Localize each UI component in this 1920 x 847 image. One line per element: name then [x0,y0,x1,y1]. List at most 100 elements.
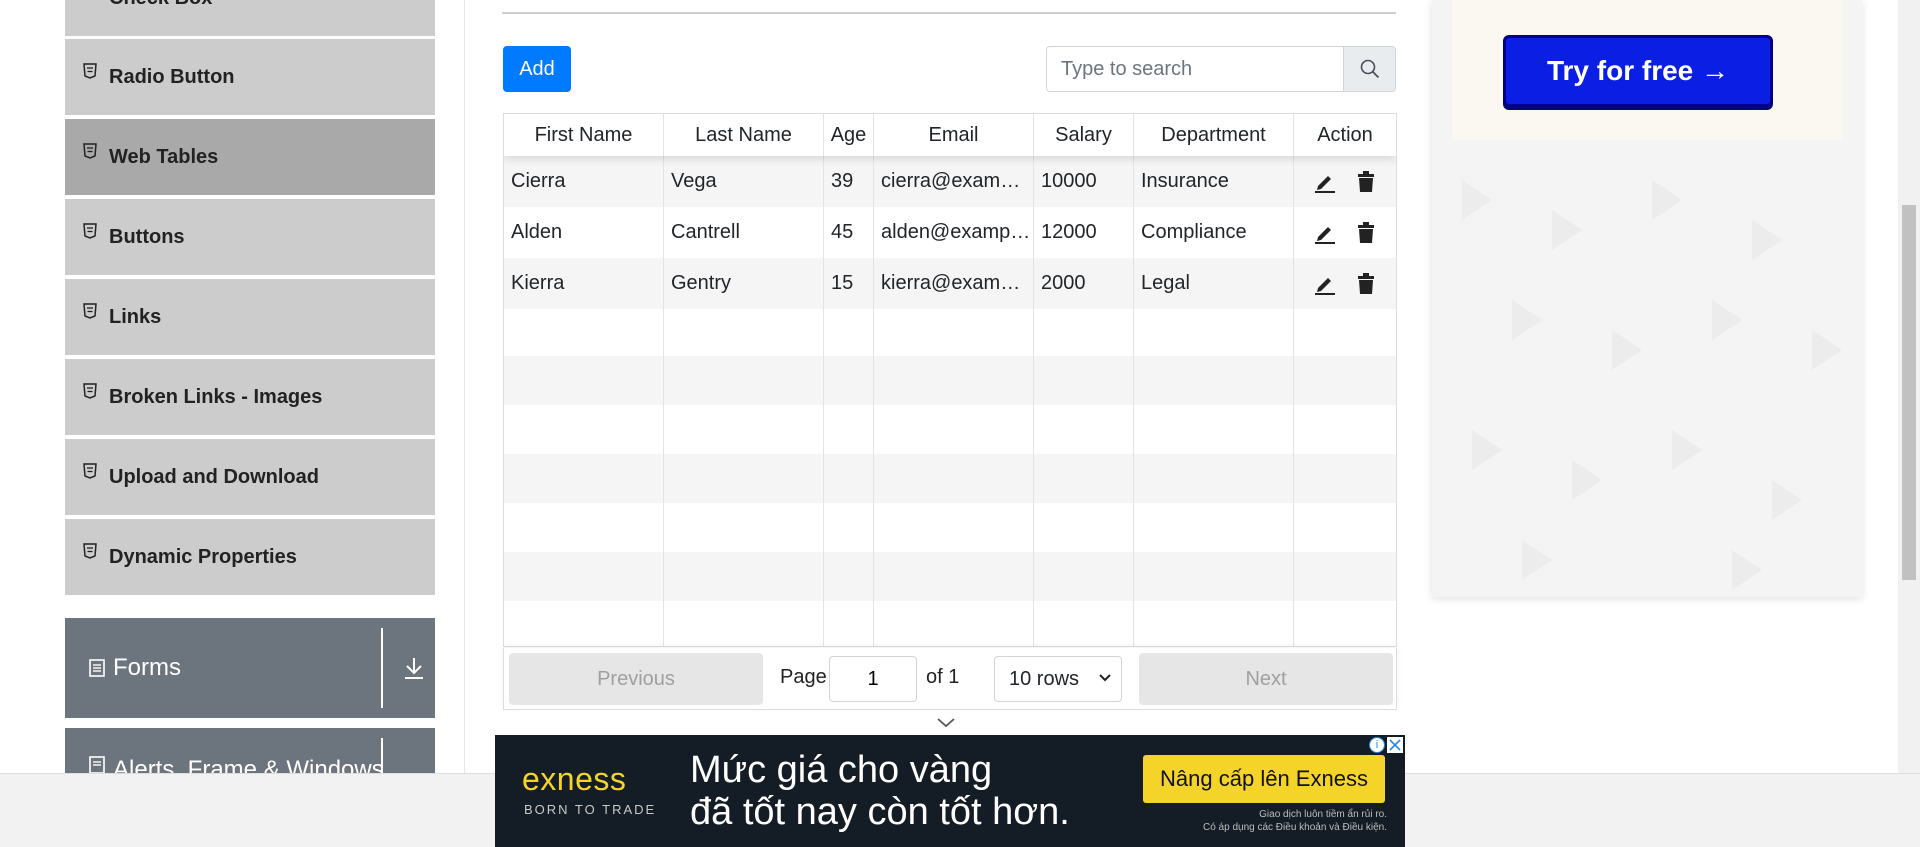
add-button[interactable]: Add [503,46,571,92]
html5-icon [83,543,97,559]
column-header[interactable]: Department [1134,114,1294,156]
sidebar-group-forms[interactable]: Forms [65,618,435,718]
column-header[interactable]: Email [874,114,1034,156]
cell-text: Alden [511,221,563,243]
download-icon[interactable] [403,656,425,680]
page-label: Page [780,666,827,688]
html5-icon [83,303,97,319]
table-cell: 12000 [1034,207,1134,258]
table-cell [664,503,824,552]
empty-row [504,405,1396,454]
rows-per-page-select[interactable]: 10 rows [994,656,1122,702]
cell-text: 2000 [1041,272,1086,294]
sidebar-item-label: Dynamic Properties [109,545,297,568]
table-cell: Alden [504,207,664,258]
column-header[interactable]: Last Name [664,114,824,156]
cell-text: 12000 [1041,221,1097,243]
scrollbar[interactable] [1898,0,1920,773]
table-cell: Legal [1134,258,1294,309]
bottom-ad[interactable]: exness BORN TO TRADE Mức giá cho vàng đã… [495,735,1405,847]
sidebar-item-upload-and-download[interactable]: Upload and Download [65,439,435,517]
sidebar-item-label: Buttons [109,225,185,248]
chevron-down-icon[interactable] [935,716,957,730]
table-cell [664,356,824,405]
right-ad: Try for free → [1432,0,1862,597]
table-cell [504,552,664,601]
empty-row [504,601,1396,646]
sidebar-item-broken-links-images[interactable]: Broken Links - Images [65,359,435,437]
page-total: of 1 [926,666,960,688]
web-table: First Name Last Name Age Email Salary Departm… [503,113,1397,647]
table-cell [504,601,664,646]
cell-text: Gentry [671,272,732,294]
ad-info-icon[interactable]: i [1369,737,1385,753]
table-cell [504,454,664,503]
action-cell [1294,156,1396,207]
search-input[interactable] [1047,47,1343,91]
table-cell [1134,552,1294,601]
close-icon[interactable] [1387,737,1403,753]
search-box [1046,46,1396,92]
edit-icon[interactable] [1314,171,1336,193]
table-cell [1034,309,1134,356]
try-for-free-button[interactable]: Try for free → [1503,35,1773,107]
cell-text: kierra@example.com [881,272,1031,294]
table-cell [874,552,1034,601]
ad-cta-button[interactable]: Nâng cấp lên Exness [1143,755,1385,803]
delete-icon[interactable] [1356,170,1376,193]
table-cell [874,601,1034,646]
table-cell [874,503,1034,552]
next-button[interactable]: Next [1139,653,1393,705]
exness-tagline: BORN TO TRADE [524,802,657,817]
ad-disclaimer: Giao dịch luôn tiềm ẩn rủi ro. Có áp dụn… [1203,808,1387,834]
sidebar-item-dynamic-properties[interactable]: Dynamic Properties [65,519,435,597]
edit-icon[interactable] [1314,273,1336,295]
empty-row [504,309,1396,356]
search-icon [1360,59,1379,79]
table-cell: 10000 [1034,156,1134,207]
sidebar-item-links[interactable]: Links [65,279,435,357]
sidebar-item-buttons[interactable]: Buttons [65,199,435,277]
table-cell: Cierra [504,156,664,207]
document-icon [89,659,105,677]
table-cell [664,454,824,503]
sidebar-item-label: Links [109,305,162,328]
table-cell [1034,405,1134,454]
previous-button[interactable]: Previous [509,653,763,705]
table-cell [874,356,1034,405]
chevron-down-icon [1099,674,1111,682]
cell-text: Compliance [1141,221,1247,243]
cell-text: Cantrell [671,221,740,243]
sidebar-item-label: Radio Button [109,65,235,88]
column-header[interactable]: Action [1294,114,1396,156]
edit-icon[interactable] [1314,222,1336,244]
scrollbar-thumb[interactable] [1902,205,1916,580]
table-cell [664,552,824,601]
sidebar-item-web-tables[interactable]: Web Tables [65,119,435,197]
column-header[interactable]: First Name [504,114,664,156]
sidebar-item-radio-button[interactable]: Radio Button [65,39,435,117]
ad-disclaimer-line: Có áp dụng các Điều khoản và Điều kiện. [1202,822,1387,833]
page: Check Box Radio Button Web Tables Buttons Li… [0,0,1920,847]
table-cell [1134,356,1294,405]
cell-text: Kierra [511,272,565,294]
page-number-input[interactable] [829,656,917,702]
table-cell [824,309,874,356]
cell-text: Vega [671,170,717,192]
delete-icon[interactable] [1356,221,1376,244]
table-cell [1134,309,1294,356]
search-button[interactable] [1343,47,1395,91]
table-cell [664,309,824,356]
column-header[interactable]: Age [824,114,874,156]
table-cell: Vega [664,156,824,207]
ad-headline-line: đã tốt nay còn tốt hơn. [690,791,1070,833]
delete-icon[interactable] [1356,272,1376,295]
column-header[interactable]: Salary [1034,114,1134,156]
table-cell [1134,405,1294,454]
sidebar-item-check-box[interactable]: Check Box [65,0,435,38]
table-cell: 45 [824,207,874,258]
table-cell: kierra@example.com [874,258,1034,309]
table-cell: cierra@example.com [874,156,1034,207]
cell-text: 45 [831,221,854,243]
table-cell: 39 [824,156,874,207]
